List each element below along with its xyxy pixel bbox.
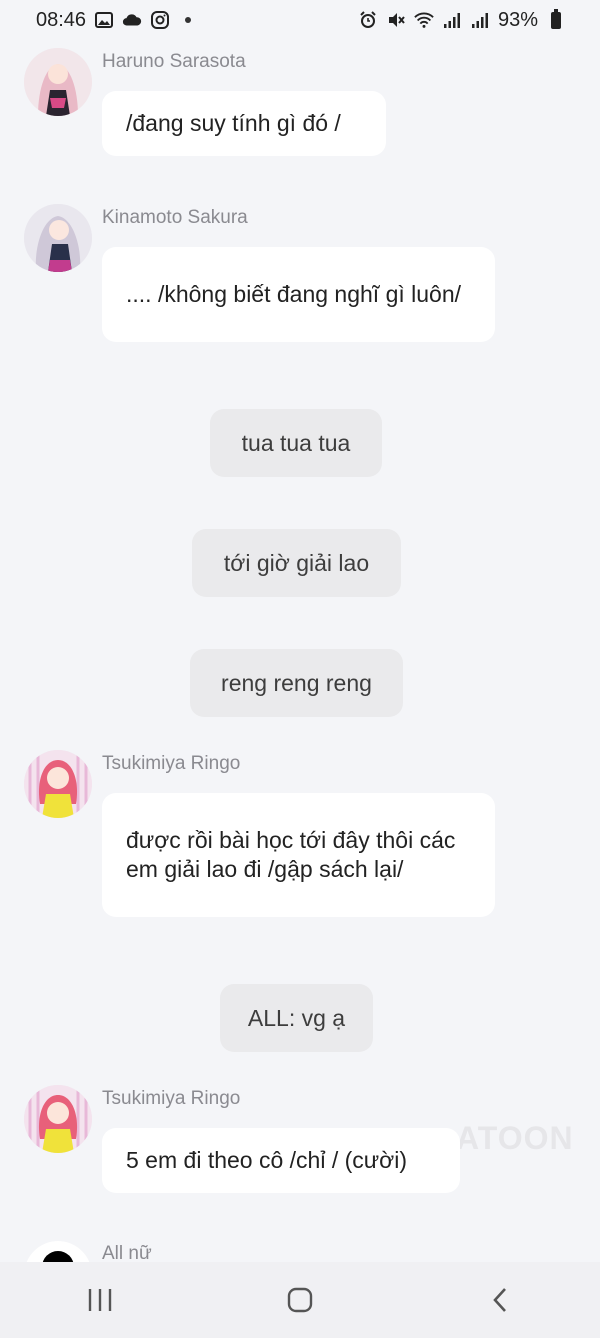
navigation-bar <box>0 1262 600 1338</box>
message-bubble: /đang suy tính gì đó / <box>102 91 386 156</box>
mute-icon <box>386 10 406 30</box>
back-button[interactable] <box>470 1270 530 1330</box>
status-left: 08:46 <box>36 9 198 32</box>
home-button[interactable] <box>270 1270 330 1330</box>
recent-apps-button[interactable] <box>70 1270 130 1330</box>
narration-bubble: tua tua tua <box>210 409 382 477</box>
narration-text: ALL: vg ạ <box>247 1004 346 1031</box>
message-bubble: 5 em đi theo cô /chỉ / (cười) <box>102 1128 460 1193</box>
cloud-icon <box>122 10 142 30</box>
sender-name: Tsukimiya Ringo <box>102 753 241 774</box>
message-text: được rồi bài học tới đây thôi các em giả… <box>126 827 456 882</box>
battery-level: 93% <box>497 8 538 31</box>
dot-icon <box>178 10 198 30</box>
avatar[interactable] <box>24 48 92 116</box>
battery-icon <box>546 8 566 30</box>
avatar[interactable] <box>24 204 92 272</box>
character-avatar-icon <box>24 750 92 818</box>
sender-name: Tsukimiya Ringo <box>102 1088 241 1109</box>
narration-text: tua tua tua <box>241 429 351 456</box>
home-icon <box>287 1287 313 1313</box>
wifi-icon <box>414 10 434 30</box>
message-bubble: .... /không biết đang nghĩ gì luôn/ <box>102 247 495 342</box>
narration-bubble: reng reng reng <box>190 649 403 717</box>
narration-text: tới giờ giải lao <box>223 549 370 576</box>
narration-text: reng reng reng <box>221 669 372 696</box>
message-text: /đang suy tính gì đó / <box>126 110 341 136</box>
character-avatar-icon <box>24 48 92 116</box>
narration-bubble: tới giờ giải lao <box>192 529 401 597</box>
signal-icon <box>442 10 462 30</box>
watermark: ATOON <box>456 1120 574 1156</box>
character-avatar-icon <box>24 204 92 272</box>
avatar[interactable] <box>24 750 92 818</box>
signal-icon <box>470 10 490 30</box>
message-text: .... /không biết đang nghĩ gì luôn/ <box>126 281 462 307</box>
narration-bubble: ALL: vg ạ <box>220 984 373 1052</box>
recent-apps-icon <box>88 1289 112 1311</box>
clock: 08:46 <box>36 8 87 31</box>
status-bar: 08:46 93% <box>0 0 600 40</box>
gallery-icon <box>94 10 114 30</box>
message-bubble: được rồi bài học tới đây thôi các em giả… <box>102 793 495 917</box>
avatar[interactable] <box>24 1085 92 1153</box>
alarm-icon <box>358 10 378 30</box>
instagram-icon <box>150 10 170 30</box>
message-text: 5 em đi theo cô /chỉ / (cười) <box>126 1147 408 1173</box>
character-avatar-icon <box>24 1085 92 1153</box>
sender-name: Haruno Sarasota <box>102 51 246 72</box>
sender-name: Kinamoto Sakura <box>102 207 248 228</box>
status-right: 93% <box>358 8 566 32</box>
back-icon <box>493 1288 506 1312</box>
